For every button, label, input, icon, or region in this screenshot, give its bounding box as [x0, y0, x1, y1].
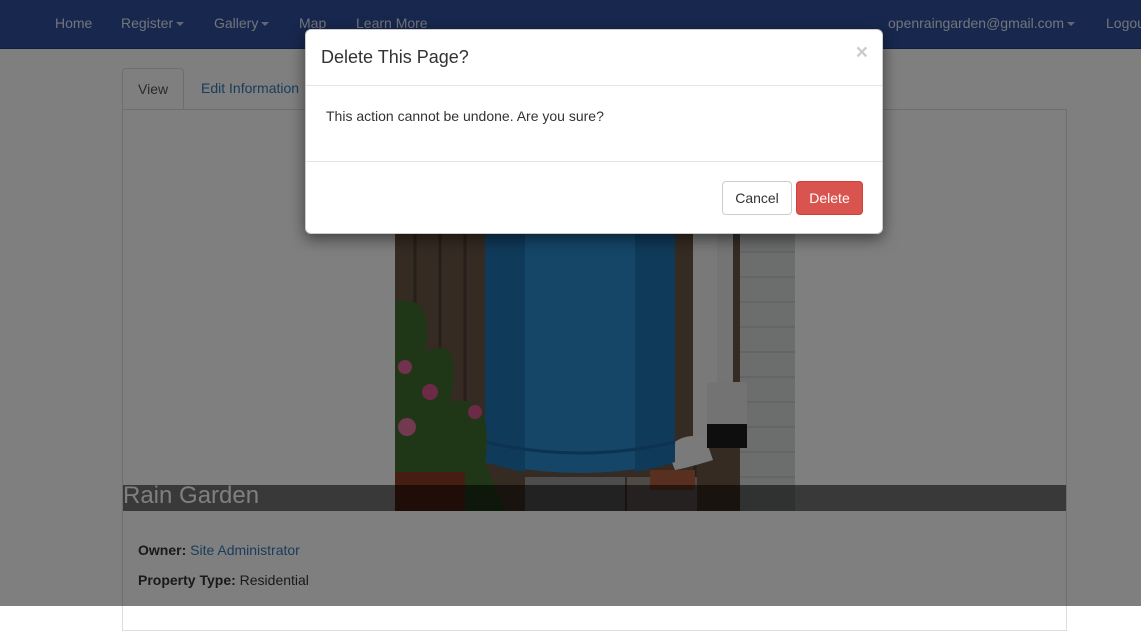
delete-button[interactable]: Delete [796, 181, 863, 215]
modal-message: This action cannot be undone. Are you su… [326, 108, 604, 124]
modal-body: This action cannot be undone. Are you su… [306, 86, 882, 162]
close-icon[interactable]: × [856, 42, 868, 63]
modal-title: Delete This Page? [321, 47, 469, 67]
delete-confirm-dialog: Delete This Page? × This action cannot b… [305, 29, 883, 234]
modal-header: Delete This Page? × [306, 30, 882, 86]
cancel-button[interactable]: Cancel [722, 181, 792, 215]
